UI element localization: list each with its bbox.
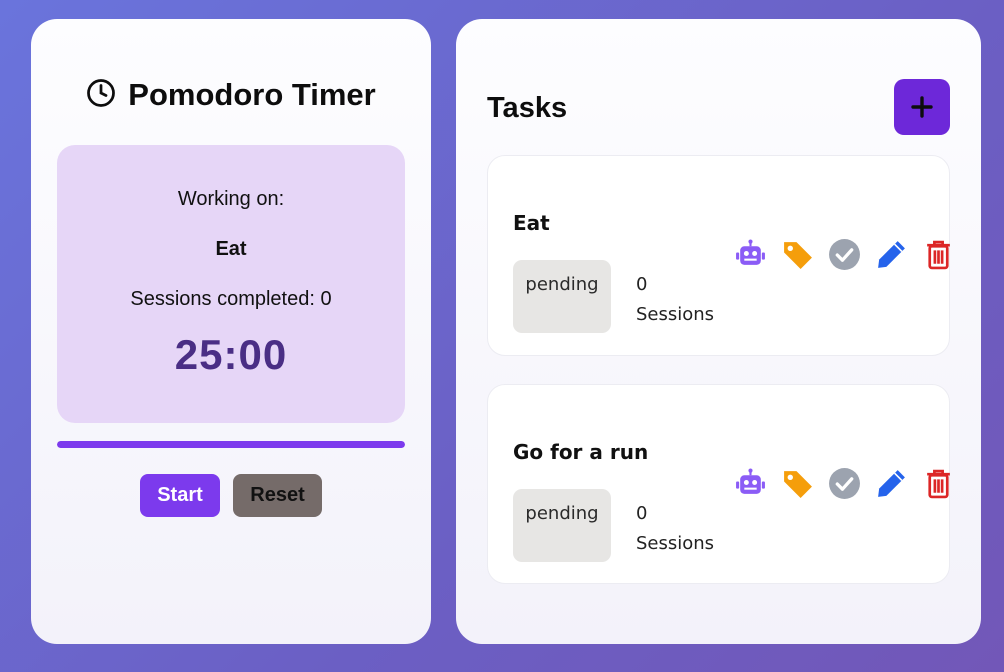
task-actions: [734, 238, 955, 271]
pencil-icon[interactable]: [875, 467, 908, 500]
tag-icon[interactable]: [781, 238, 814, 271]
session-label: Sessions: [636, 533, 715, 554]
countdown-time: 25:00: [174, 331, 288, 378]
reset-button[interactable]: Reset: [233, 474, 322, 517]
progress-bar-fill: [57, 441, 405, 448]
status-badge: pending: [513, 260, 611, 333]
add-task-button[interactable]: [894, 79, 950, 135]
status-badge: pending: [513, 489, 611, 562]
pencil-icon[interactable]: [875, 238, 908, 271]
tasks-panel: Tasks Eat pending 0 Sessions Go for a ru…: [456, 19, 981, 644]
task-name: Go for a run: [513, 440, 649, 464]
tasks-title: Tasks: [487, 92, 568, 124]
session-label: Sessions: [636, 304, 715, 325]
current-task-name: Eat: [215, 238, 247, 260]
start-button[interactable]: Start: [140, 474, 220, 517]
task-name: Eat: [513, 211, 550, 235]
trash-icon[interactable]: [922, 238, 955, 271]
check-circle-icon[interactable]: [828, 238, 861, 271]
timer-display: Working on: Eat Sessions completed: 0 25…: [57, 145, 405, 423]
clock-icon: [86, 78, 116, 113]
timer-header: Pomodoro Timer: [31, 77, 431, 113]
session-count: 0: [636, 274, 648, 295]
timer-title: Pomodoro Timer: [128, 77, 376, 112]
timer-panel: Pomodoro Timer Working on: Eat Sessions …: [31, 19, 431, 644]
session-count: 0: [636, 503, 648, 524]
progress-bar: [57, 441, 405, 448]
robot-icon[interactable]: [734, 467, 767, 500]
robot-icon[interactable]: [734, 238, 767, 271]
trash-icon[interactable]: [922, 467, 955, 500]
task-card: Go for a run pending 0 Sessions: [487, 384, 950, 584]
check-circle-icon[interactable]: [828, 467, 861, 500]
sessions-completed: Sessions completed: 0: [130, 288, 332, 310]
task-actions: [734, 467, 955, 500]
task-card: Eat pending 0 Sessions: [487, 155, 950, 356]
working-on-label: Working on:: [177, 188, 285, 210]
tag-icon[interactable]: [781, 467, 814, 500]
plus-icon: [911, 96, 933, 118]
